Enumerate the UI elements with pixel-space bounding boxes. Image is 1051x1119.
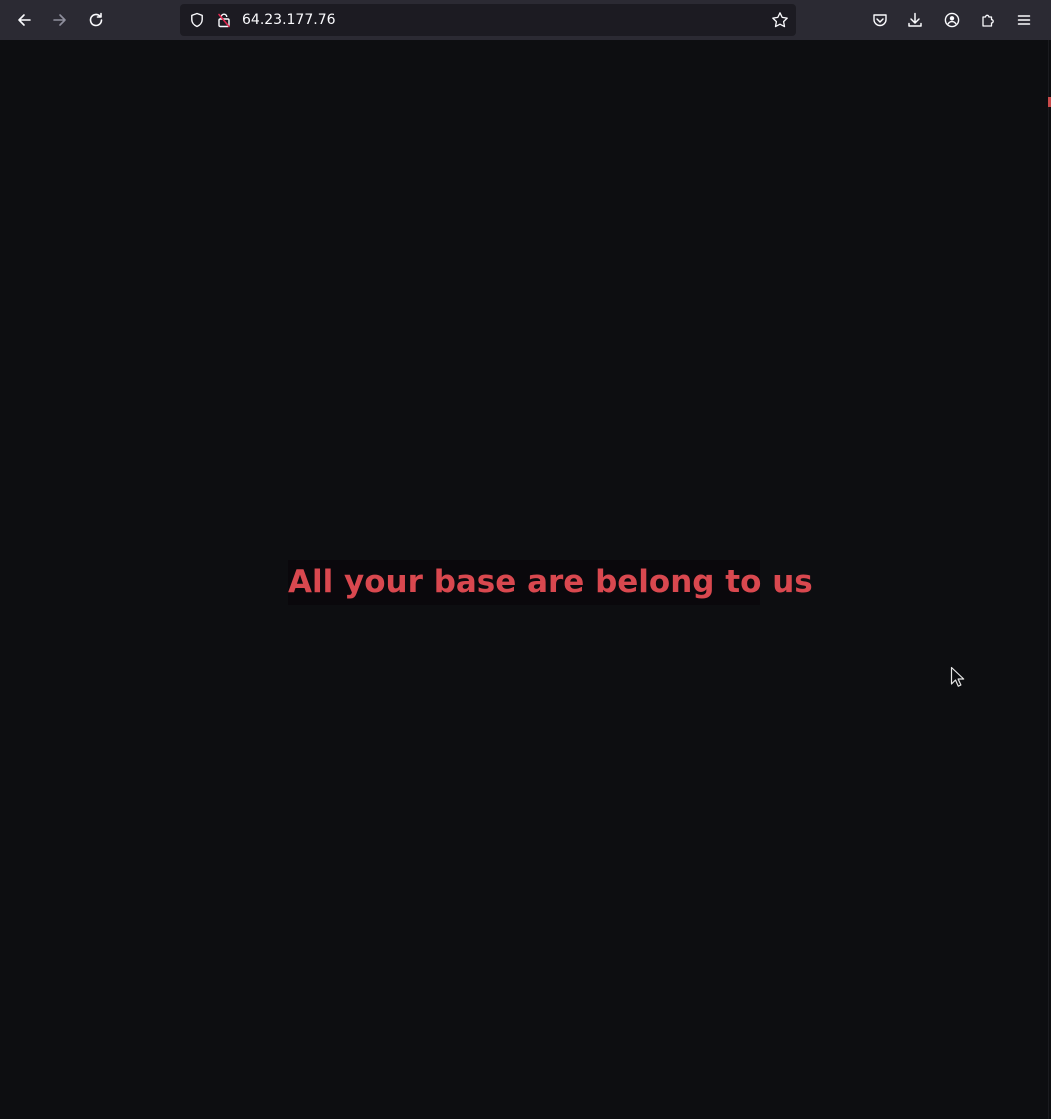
- browser-toolbar: 64.23.177.76: [0, 0, 1051, 40]
- mouse-cursor-icon: [950, 666, 965, 687]
- forward-button[interactable]: [46, 6, 74, 34]
- pocket-icon: [873, 14, 887, 27]
- star-icon: [772, 12, 788, 28]
- reload-button[interactable]: [82, 6, 110, 34]
- downloads-button[interactable]: [901, 6, 929, 34]
- back-button[interactable]: [10, 6, 38, 34]
- puzzle-icon: [982, 14, 994, 27]
- site-security-button[interactable]: [215, 11, 233, 29]
- lock-warning-icon: [218, 13, 230, 28]
- back-arrow-icon: [18, 14, 31, 26]
- bookmark-button[interactable]: [771, 11, 789, 29]
- app-menu-button[interactable]: [1010, 6, 1038, 34]
- address-bar[interactable]: 64.23.177.76: [180, 4, 796, 36]
- tracking-protection-button[interactable]: [188, 11, 206, 29]
- extensions-button[interactable]: [974, 6, 1002, 34]
- page-headline: All your base are belong to us: [288, 560, 813, 605]
- hamburger-menu-icon: [1017, 15, 1031, 25]
- shield-icon: [191, 12, 203, 28]
- download-icon: [908, 12, 922, 27]
- reload-icon: [89, 12, 103, 27]
- url-text[interactable]: 64.23.177.76: [242, 4, 336, 36]
- pocket-button[interactable]: [866, 6, 894, 34]
- account-icon: [944, 12, 960, 28]
- forward-arrow-icon: [53, 14, 66, 26]
- account-button[interactable]: [938, 6, 966, 34]
